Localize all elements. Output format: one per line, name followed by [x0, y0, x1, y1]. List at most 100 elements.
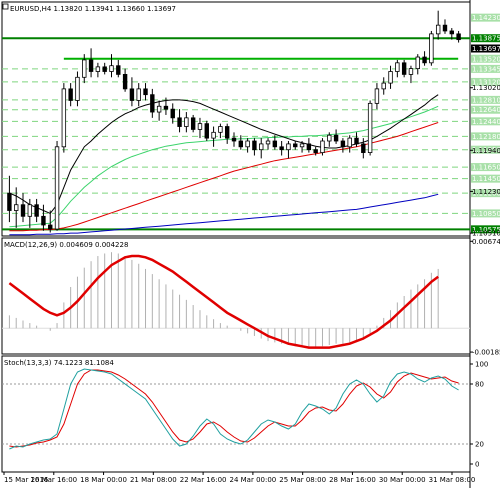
time-axis-label: 22 Mar 16:00 [180, 476, 227, 484]
price-axis-label: 1.11230 [472, 188, 500, 196]
time-axis-label: 18 Mar 00:00 [80, 476, 127, 484]
candle-body [197, 123, 203, 130]
time-axis-label: 28 Mar 16:00 [329, 476, 376, 484]
candle-body [313, 149, 318, 153]
candle-body [245, 140, 250, 148]
candle-body [340, 140, 346, 148]
price-tag-label: 1.13520 [472, 55, 500, 63]
candle-body [401, 62, 407, 75]
candle-body [415, 56, 420, 70]
candle-body [299, 143, 305, 148]
candle-body [150, 94, 155, 113]
price-tag-label: 1.10850 [472, 210, 500, 218]
candle-body [88, 59, 94, 72]
time-axis-label: 25 Mar 08:00 [279, 476, 326, 484]
candle-body [34, 204, 39, 217]
candle-body [204, 123, 209, 139]
candle-body [7, 192, 12, 211]
candle-body [347, 137, 352, 148]
price-tag-label: 1.14230 [472, 14, 500, 22]
candle-body [286, 143, 291, 151]
candle-body [156, 105, 162, 113]
stoch-axis-label: 0 [475, 461, 479, 469]
candle-body [190, 117, 196, 130]
candle-body [442, 24, 448, 32]
candle-body [163, 105, 169, 110]
stoch-header: Stoch(13,3,3) 74.1223 81.1084 [4, 359, 114, 367]
candle-body [293, 143, 298, 148]
candle-body [14, 204, 19, 211]
main-header: EURUSD,H4 1.13820 1.13941 1.13660 1.1369… [10, 5, 176, 13]
price-tag-label: 1.12180 [472, 133, 500, 141]
candle-body [408, 68, 414, 75]
price-tag-label: 1.13697 [472, 45, 500, 53]
candle-body [429, 33, 434, 64]
candle-body [224, 126, 230, 139]
candle-body [211, 131, 216, 139]
time-axis-label: 24 Mar 00:00 [230, 476, 277, 484]
candle-body [395, 62, 400, 72]
candle-body [259, 143, 264, 151]
candle-body [116, 65, 121, 75]
candle-body [48, 224, 53, 230]
candle-body [82, 59, 87, 78]
candle-body [327, 134, 332, 142]
chart-expand-icon [2, 3, 9, 10]
stoch-axis-label: 100 [475, 361, 488, 369]
price-axis-label: 1.11940 [472, 147, 500, 155]
macd-axis-label: 0.006745 [472, 238, 500, 246]
candle-body [170, 108, 175, 119]
candle-body [109, 65, 114, 72]
candle-body [388, 71, 393, 84]
candle-body [422, 56, 427, 64]
candle-body [374, 88, 380, 104]
candle-body [95, 66, 101, 72]
candle-body [449, 30, 454, 35]
candle-body [361, 143, 366, 153]
candle-body [381, 82, 386, 90]
candle-body [136, 88, 141, 101]
macd-axis-label: -0.00185 [472, 349, 500, 357]
stoch-axis-label: 80 [475, 381, 484, 389]
candle-body [102, 66, 107, 72]
price-tag-label: 1.12810 [472, 96, 500, 104]
candle-body [68, 88, 73, 101]
price-tag-label: 1.12640 [472, 106, 500, 114]
candle-body [367, 102, 373, 153]
candle-body [272, 140, 278, 148]
candle-body [435, 24, 441, 35]
time-axis-label: 31 Mar 08:00 [429, 476, 476, 484]
price-tag-label: 1.12440 [472, 118, 500, 126]
candle-body [122, 74, 128, 90]
candle-body [129, 88, 135, 101]
candle-body [333, 134, 339, 142]
candle-body [306, 143, 312, 151]
price-tag-label: 1.13345 [472, 65, 500, 73]
candle-body [320, 140, 325, 153]
candle-body [61, 88, 67, 148]
price-tag-label: 1.11450 [472, 175, 500, 183]
trading-chart: 1.142301.138751.136971.135201.133451.131… [1, 0, 500, 488]
candle-body [27, 204, 33, 217]
candle-body [252, 140, 257, 151]
candle-body [279, 146, 284, 151]
panel-frame-2 [1, 237, 471, 355]
price-tag-label: 1.13875 [472, 35, 500, 43]
price-axis-label: 1.10510 [472, 230, 500, 238]
time-axis-label: 30 Mar 00:00 [379, 476, 426, 484]
candle-body [41, 215, 46, 226]
candle-body [456, 33, 461, 41]
candle-body [231, 137, 237, 142]
candle-body [143, 88, 148, 96]
price-axis-label: 1.13020 [472, 84, 500, 92]
candle-body [54, 146, 60, 230]
macd-header: MACD(12,26,9) 0.004609 0.004228 [4, 241, 128, 249]
candle-body [75, 76, 80, 101]
price-tag-label: 1.11650 [472, 164, 500, 172]
stoch-axis-label: 20 [475, 441, 484, 449]
time-axis-label: 21 Mar 08:00 [130, 476, 177, 484]
candle-body [354, 137, 359, 145]
candle-body [177, 117, 182, 127]
candle-body [184, 117, 189, 127]
candle-body [20, 204, 26, 217]
